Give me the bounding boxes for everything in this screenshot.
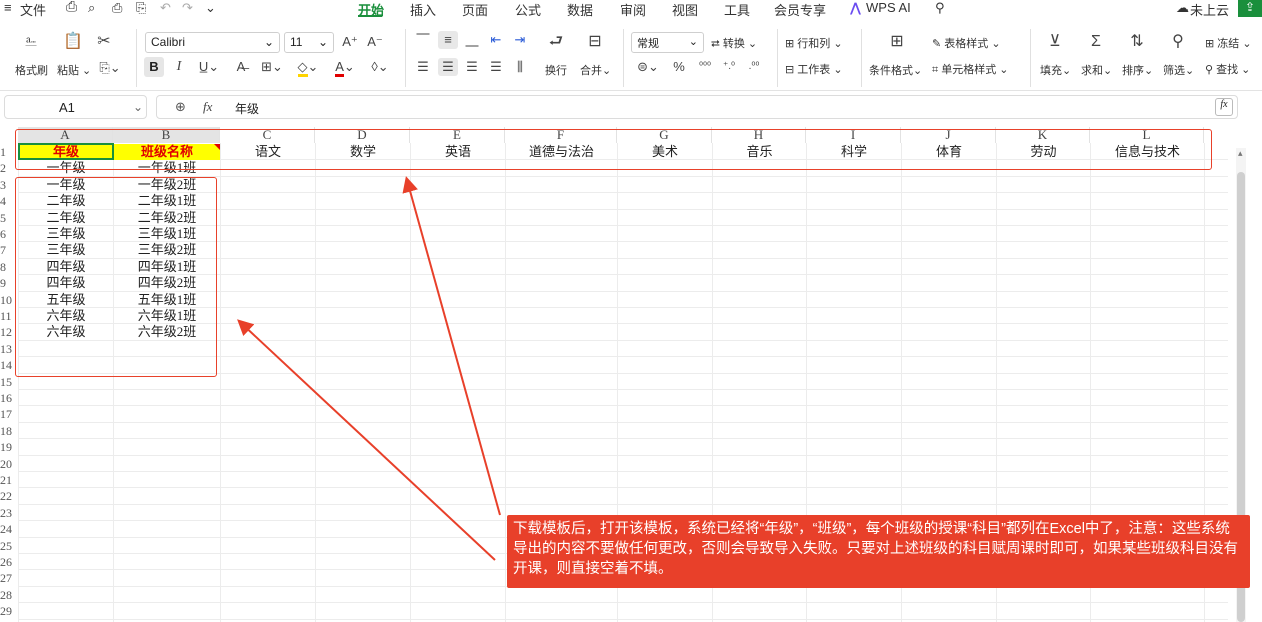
- annotation-callout: 下载模板后，打开该模板，系统已经将“年级”，“班级”，每个班级的授课“科目”都列…: [507, 515, 1250, 588]
- arrow-to-header: [402, 176, 501, 516]
